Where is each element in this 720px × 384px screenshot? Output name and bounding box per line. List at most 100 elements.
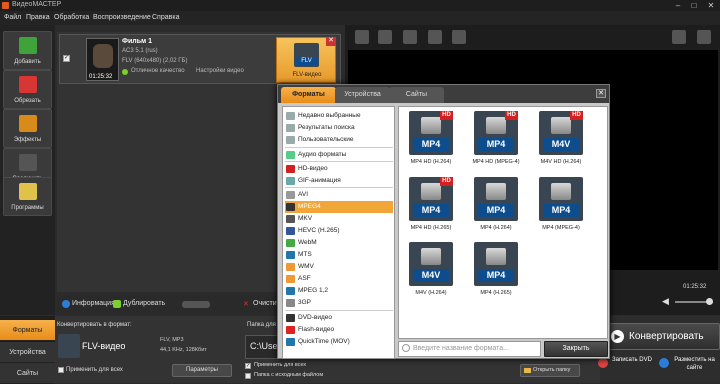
format-category-item[interactable]: Недавно выбранные: [285, 110, 393, 122]
format-category-item[interactable]: ASF: [285, 273, 393, 285]
format-category-item[interactable]: Результаты поиска: [285, 122, 393, 134]
hd-badge: HD: [440, 177, 453, 186]
folder-header: Папка для: [247, 322, 276, 328]
minimize-icon[interactable]: –: [670, 0, 686, 11]
gif-icon[interactable]: [672, 30, 686, 44]
format-card[interactable]: MP4: [474, 177, 518, 221]
format-category-item[interactable]: 3GP: [285, 297, 393, 309]
sidebar-trim-button[interactable]: Обрезать: [3, 70, 52, 109]
format-card[interactable]: MP4: [474, 242, 518, 286]
list-separator: [285, 161, 393, 162]
format-category-item[interactable]: WMV: [285, 261, 393, 273]
upload-site-button[interactable]: Разместить на сайте: [672, 356, 717, 372]
dialog-close-button[interactable]: Закрыть: [544, 341, 608, 357]
format-category-item[interactable]: MPEG4: [285, 201, 393, 213]
menu-edit[interactable]: Правка: [26, 14, 50, 21]
fullscreen-icon[interactable]: [697, 30, 711, 44]
format-category-item[interactable]: MKV: [285, 213, 393, 225]
format-category-item[interactable]: AVI: [285, 189, 393, 201]
close-icon[interactable]: ✕: [703, 0, 719, 11]
format-card-label: MP4 HD (H.264): [410, 159, 452, 165]
speed-icon[interactable]: [452, 30, 466, 44]
tab-formats[interactable]: Форматы: [0, 320, 55, 341]
menu-playback[interactable]: Воспроизведение: [93, 14, 151, 21]
format-category-label: QuickTime (MOV): [298, 338, 350, 345]
format-badge: MP4: [413, 204, 449, 217]
format-card[interactable]: M4V HD: [539, 111, 583, 155]
format-category-item[interactable]: MTS: [285, 249, 393, 261]
camera-icon: [551, 117, 571, 134]
convert-button[interactable]: ▶ Конвертировать: [600, 323, 720, 350]
format-category-item[interactable]: Flash-видео: [285, 324, 393, 336]
format-category-label: MPEG4: [298, 203, 321, 210]
format-card[interactable]: M4V: [409, 242, 453, 286]
folder-path-field[interactable]: C:\Use: [245, 335, 280, 359]
apply-all-checkbox[interactable]: [58, 367, 64, 373]
format-category-label: MTS: [298, 251, 312, 258]
format-search-input[interactable]: Введите название формата...: [398, 341, 541, 357]
clip-item[interactable]: ✓ 01:25:32 Фильм 1 AC3 5.1 (rus) FLV (64…: [59, 34, 341, 84]
clip-quality[interactable]: Отличное качество: [131, 68, 185, 74]
remove-target-icon[interactable]: ✕: [326, 37, 336, 46]
format-category-item[interactable]: Аудио форматы: [285, 149, 393, 161]
format-category-item[interactable]: WebM: [285, 237, 393, 249]
format-card-label: MP4 HD (MPEG-4): [472, 159, 520, 165]
convert-arrow-icon: ▶: [611, 330, 624, 343]
format-category-label: Результаты поиска: [298, 124, 355, 131]
title-bar: ВидеоМАСТЕР – □ ✕: [0, 0, 720, 11]
dialog-tab-sites[interactable]: Сайты: [389, 87, 444, 103]
format-category-item[interactable]: MPEG 1,2: [285, 285, 393, 297]
folder-apply-all-label: Применить для всех: [254, 362, 307, 368]
camera-icon: [486, 248, 506, 265]
clip-checkbox[interactable]: ✓: [63, 55, 70, 62]
info-button[interactable]: Информация: [72, 300, 115, 307]
camera-icon[interactable]: [428, 30, 442, 44]
sidebar-programs-button[interactable]: Программы: [3, 177, 52, 216]
convert-format-name[interactable]: FLV-видео: [82, 341, 125, 351]
format-category-item[interactable]: DVD-видео: [285, 312, 393, 324]
volume-handle[interactable]: [706, 298, 713, 305]
open-folder-button[interactable]: Открыть папку: [520, 364, 580, 377]
sidebar-label: Программы: [11, 205, 44, 211]
format-category-item[interactable]: HD-видео: [285, 163, 393, 175]
list-separator: [285, 187, 393, 188]
format-card[interactable]: MP4: [539, 177, 583, 221]
info-icon: [62, 300, 70, 308]
format-card[interactable]: MP4 HD: [409, 177, 453, 221]
format-category-label: WMV: [298, 263, 314, 270]
crop-icon[interactable]: [355, 30, 369, 44]
burn-dvd-button[interactable]: Записать DVD: [612, 356, 652, 364]
params-button[interactable]: Параметры: [172, 364, 232, 377]
duplicate-button[interactable]: Дублировать: [123, 300, 165, 307]
format-category-icon: [286, 215, 295, 223]
sidebar-effects-button[interactable]: Эффекты: [3, 109, 52, 148]
folder-apply-all-checkbox[interactable]: ✓: [245, 363, 251, 369]
menu-processing[interactable]: Обработка: [54, 14, 89, 21]
format-category-item[interactable]: QuickTime (MOV): [285, 336, 393, 348]
clip-settings[interactable]: Настройки видео: [196, 68, 244, 74]
tab-sites[interactable]: Сайты: [0, 363, 55, 384]
format-badge: M4V: [413, 269, 449, 282]
maximize-icon[interactable]: □: [686, 0, 702, 11]
dialog-close-icon[interactable]: ✕: [596, 89, 606, 98]
menu-help[interactable]: Справка: [152, 14, 179, 21]
format-category-item[interactable]: GIF-анимация: [285, 175, 393, 187]
rotate-icon[interactable]: [378, 30, 392, 44]
source-folder-checkbox[interactable]: [245, 373, 251, 379]
dialog-tab-formats[interactable]: Форматы: [281, 87, 336, 103]
view-toggle[interactable]: [182, 301, 210, 308]
menu-file[interactable]: Файл: [4, 14, 21, 21]
tab-devices[interactable]: Устройства: [0, 342, 55, 363]
dialog-tab-devices[interactable]: Устройства: [335, 87, 390, 103]
format-card-label: M4V (H.264): [415, 290, 447, 296]
sidebar-add-button[interactable]: Добавить: [3, 31, 52, 70]
format-card[interactable]: MP4 HD: [474, 111, 518, 155]
format-category-item[interactable]: HEVC (H.265): [285, 225, 393, 237]
volume-icon[interactable]: ◀: [662, 296, 669, 307]
format-card[interactable]: MP4 HD: [409, 111, 453, 155]
lower-tabs: Форматы Устройства Сайты: [0, 316, 55, 384]
format-category-item[interactable]: Пользовательские: [285, 134, 393, 146]
brightness-icon[interactable]: [403, 30, 417, 44]
format-icon: [58, 334, 80, 358]
effects-icon: [19, 115, 37, 132]
